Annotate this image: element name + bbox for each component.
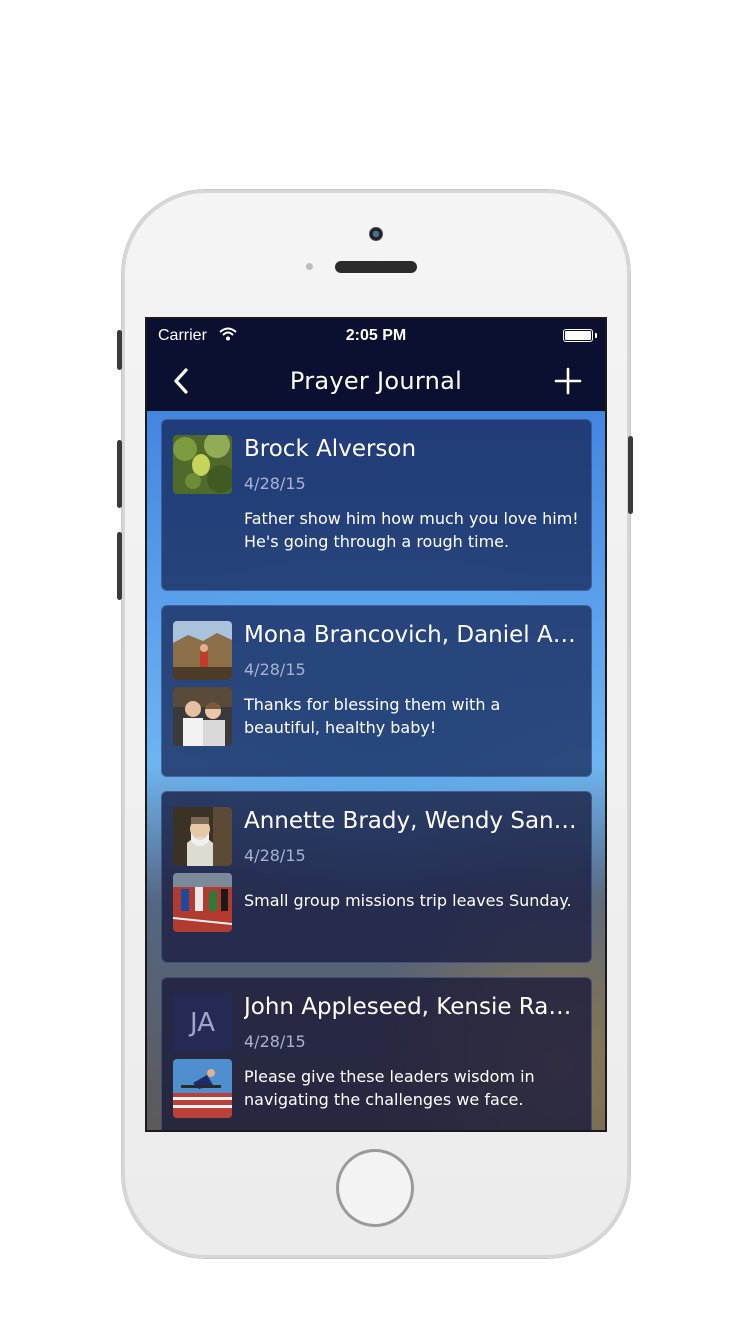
entry-date: 4/28/15 bbox=[244, 846, 306, 865]
contact-photo bbox=[173, 621, 232, 680]
proximity-sensor bbox=[306, 263, 313, 270]
mute-switch bbox=[117, 330, 122, 370]
front-camera bbox=[369, 227, 383, 241]
contact-photo bbox=[173, 873, 232, 932]
plus-icon bbox=[554, 367, 582, 395]
entry-contacts: John Appleseed, Kensie Ran… bbox=[244, 994, 579, 1020]
volume-down-button bbox=[117, 532, 122, 600]
entry-date: 4/28/15 bbox=[244, 660, 306, 679]
entry-text: Father show him how much you love him! H… bbox=[244, 509, 579, 551]
navigation-bar: Prayer Journal bbox=[147, 353, 605, 411]
status-time: 2:05 PM bbox=[345, 327, 407, 344]
contact-photo bbox=[173, 435, 232, 494]
contact-initials-avatar: JA bbox=[173, 993, 232, 1052]
page-title: Prayer Journal bbox=[289, 367, 463, 395]
entry-text: Please give these leaders wisdom in navi… bbox=[244, 1067, 535, 1109]
entry-contacts: Annette Brady, Wendy Sant… bbox=[244, 808, 579, 834]
contact-photo bbox=[173, 1059, 232, 1118]
add-entry-button[interactable] bbox=[553, 365, 583, 399]
prayer-entry-card[interactable]: Mona Brancovich, Daniel Al… 4/28/15 Than… bbox=[161, 605, 592, 777]
prayer-entry-list: Brock Alverson 4/28/15 Father show him h… bbox=[161, 419, 592, 1130]
power-button bbox=[628, 436, 633, 514]
volume-up-button bbox=[117, 440, 122, 508]
earpiece-speaker bbox=[335, 261, 417, 273]
status-bar: Carrier 2:05 PM bbox=[147, 319, 605, 353]
entry-text: Thanks for blessing them with a beautifu… bbox=[244, 695, 501, 737]
prayer-entry-card[interactable]: Annette Brady, Wendy Sant… 4/28/15 Small… bbox=[161, 791, 592, 963]
contact-photo bbox=[173, 807, 232, 866]
battery-icon bbox=[563, 329, 597, 342]
home-button[interactable] bbox=[336, 1149, 414, 1227]
entry-contacts: Brock Alverson bbox=[244, 436, 417, 462]
entry-date: 4/28/15 bbox=[244, 1032, 306, 1051]
entry-text: Small group missions trip leaves Sunday. bbox=[244, 891, 572, 910]
contact-photo bbox=[173, 687, 232, 746]
prayer-entry-card[interactable]: JA John Appleseed, Kensie Ran… 4/28/15 P… bbox=[161, 977, 592, 1130]
app-screen: Carrier 2:05 PM Prayer Journal Brock Alv… bbox=[147, 319, 605, 1130]
entry-date: 4/28/15 bbox=[244, 474, 306, 493]
prayer-entry-card[interactable]: Brock Alverson 4/28/15 Father show him h… bbox=[161, 419, 592, 591]
entry-contacts: Mona Brancovich, Daniel Al… bbox=[244, 622, 579, 648]
